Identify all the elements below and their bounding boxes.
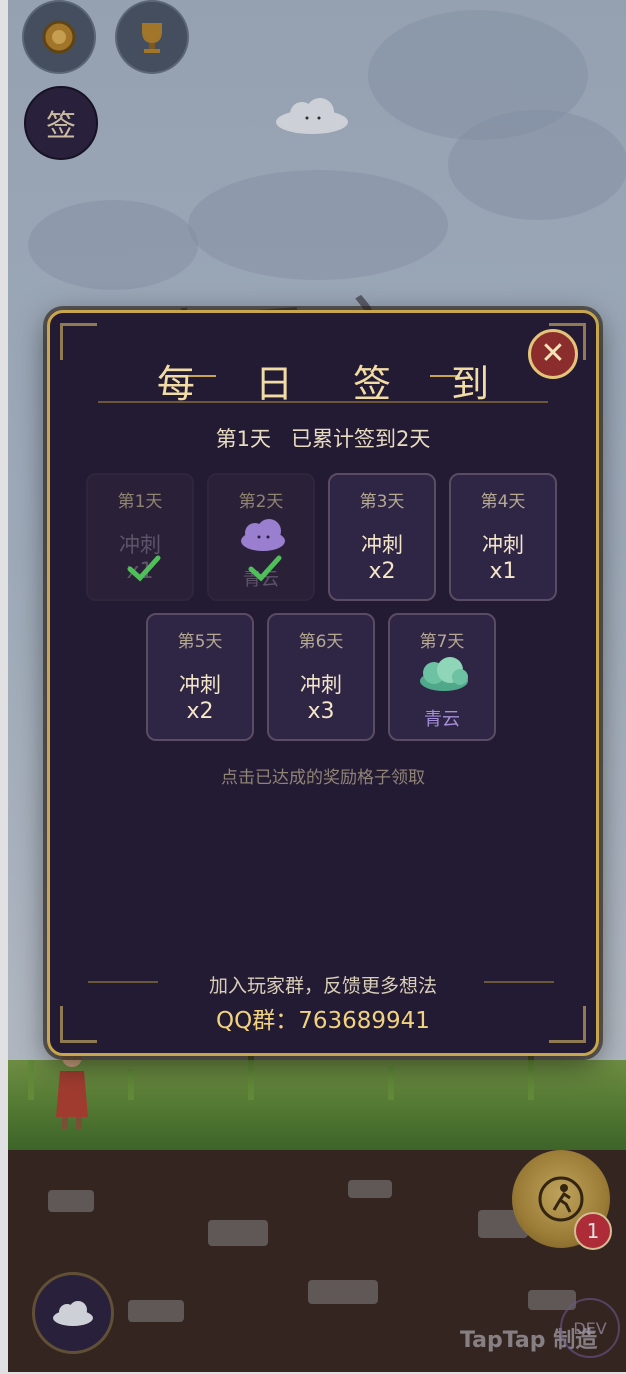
title-divider bbox=[98, 401, 548, 403]
reward-cell-day6[interactable]: 第6天 冲刺 x3 bbox=[267, 613, 375, 741]
reward-name: 冲刺 bbox=[361, 533, 403, 557]
reward-day: 第6天 bbox=[298, 632, 344, 652]
reward-qty: x2 bbox=[186, 699, 214, 724]
reward-day: 第2天 bbox=[238, 492, 284, 512]
qq-group-number[interactable]: QQ群：763689941 bbox=[50, 1001, 596, 1035]
reward-day: 第7天 bbox=[419, 632, 465, 652]
reward-name: 冲刺 bbox=[179, 673, 221, 697]
reward-cell-day1[interactable]: 第1天 冲刺 x1 bbox=[86, 473, 194, 601]
reward-day: 第3天 bbox=[359, 492, 405, 512]
reward-qty: x2 bbox=[368, 559, 396, 584]
reward-qty: x1 bbox=[489, 559, 517, 584]
close-button[interactable]: ✕ bbox=[528, 329, 578, 379]
cloud-green-icon bbox=[420, 657, 468, 691]
reward-cell-day4[interactable]: 第4天 冲刺 x1 bbox=[449, 473, 557, 601]
check-icon bbox=[248, 555, 282, 582]
reward-cell-day2[interactable]: 第2天 青云 bbox=[207, 473, 315, 601]
signin-summary: 第1天 已累计签到2天 bbox=[215, 427, 431, 451]
cloud-purple-icon bbox=[241, 519, 285, 551]
join-group-text: 加入玩家群，反馈更多想法 bbox=[208, 975, 437, 997]
reward-day: 第1天 bbox=[117, 492, 163, 512]
reward-sub: 青云 bbox=[424, 709, 460, 730]
reward-cell-day3[interactable]: 第3天 冲刺 x2 bbox=[328, 473, 436, 601]
reward-qty: x3 bbox=[307, 699, 335, 724]
reward-name: 冲刺 bbox=[300, 673, 342, 697]
reward-day: 第5天 bbox=[177, 632, 223, 652]
check-icon bbox=[127, 555, 161, 582]
reward-day: 第4天 bbox=[480, 492, 526, 512]
claim-hint: 点击已达成的奖励格子领取 bbox=[221, 768, 425, 788]
daily-signin-dialog: 每 日 签 到 ✕ 第1天 已累计签到2天 第1天 冲刺 x1 第2天 青云 第… bbox=[47, 310, 599, 1056]
dialog-title: 每 日 签 到 bbox=[156, 362, 514, 406]
reward-cell-day7[interactable]: 第7天 青云 bbox=[388, 613, 496, 741]
reward-name: 冲刺 bbox=[482, 533, 524, 557]
close-icon: ✕ bbox=[540, 336, 566, 371]
reward-cell-day5[interactable]: 第5天 冲刺 x2 bbox=[146, 613, 254, 741]
